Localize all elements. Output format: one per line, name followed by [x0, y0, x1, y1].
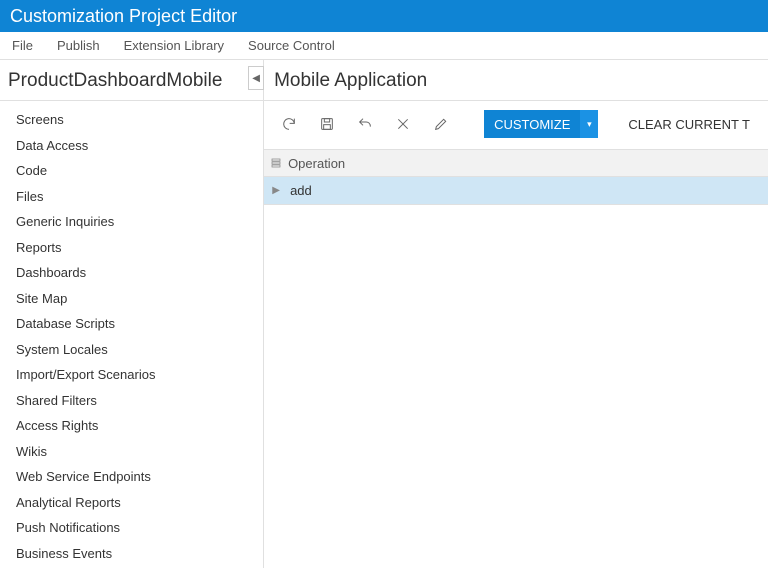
main-panel: Mobile Application CUSTOMIZE ▾: [264, 60, 768, 568]
sidebar-item-site-map[interactable]: Site Map: [0, 286, 263, 312]
sidebar-item-screens[interactable]: Screens: [0, 107, 263, 133]
pencil-icon: [433, 116, 449, 132]
sidebar-item-label: Site Map: [16, 291, 67, 306]
sidebar-item-data-access[interactable]: Data Access: [0, 133, 263, 159]
close-icon: [395, 116, 411, 132]
sidebar-item-web-service-endpoints[interactable]: Web Service Endpoints: [0, 464, 263, 490]
title-bar: Customization Project Editor: [0, 0, 768, 32]
menu-bar: File Publish Extension Library Source Co…: [0, 32, 768, 60]
app-title: Customization Project Editor: [10, 6, 237, 27]
grid-header-row: Operation: [264, 149, 768, 177]
sidebar-item-label: Wikis: [16, 444, 47, 459]
sidebar-item-label: Dashboards: [16, 265, 86, 280]
sidebar-item-analytical-reports[interactable]: Analytical Reports: [0, 490, 263, 516]
page-title: Mobile Application: [264, 60, 768, 101]
sidebar-item-code[interactable]: Code: [0, 158, 263, 184]
sidebar-item-label: Business Events: [16, 546, 112, 561]
sidebar-item-push-notifications[interactable]: Push Notifications: [0, 515, 263, 541]
row-operation-value: add: [288, 183, 312, 198]
refresh-icon: [281, 116, 297, 132]
sidebar-item-generic-inquiries[interactable]: Generic Inquiries: [0, 209, 263, 235]
sidebar-item-label: System Locales: [16, 342, 108, 357]
sidebar-item-import-export-scenarios[interactable]: Import/Export Scenarios: [0, 362, 263, 388]
sidebar-item-label: Files: [16, 189, 43, 204]
sidebar-item-label: Code: [16, 163, 47, 178]
sidebar-item-label: Screens: [16, 112, 64, 127]
customize-split-button[interactable]: CUSTOMIZE ▾: [484, 110, 598, 138]
workspace: ProductDashboardMobile ◀ Screens Data Acc…: [0, 60, 768, 568]
project-name-label: ProductDashboardMobile: [8, 70, 222, 91]
sidebar-item-business-events[interactable]: Business Events: [0, 541, 263, 567]
grid-col-operation[interactable]: Operation: [288, 156, 345, 171]
sidebar-item-system-locales[interactable]: System Locales: [0, 337, 263, 363]
save-button[interactable]: [312, 109, 342, 139]
sidebar-item-files[interactable]: Files: [0, 184, 263, 210]
customize-button[interactable]: CUSTOMIZE: [484, 110, 580, 138]
refresh-button[interactable]: [274, 109, 304, 139]
project-name: ProductDashboardMobile ◀: [0, 60, 263, 101]
sidebar-item-label: Data Access: [16, 138, 88, 153]
clear-current-button[interactable]: CLEAR CURRENT T: [620, 110, 758, 138]
edit-button[interactable]: [426, 109, 456, 139]
sidebar-item-label: Push Notifications: [16, 520, 120, 535]
sidebar-item-label: Access Rights: [16, 418, 98, 433]
sidebar: ProductDashboardMobile ◀ Screens Data Acc…: [0, 60, 264, 568]
sidebar-item-label: Import/Export Scenarios: [16, 367, 155, 382]
row-expand-icon[interactable]: ▶: [264, 185, 288, 196]
menu-publish[interactable]: Publish: [57, 38, 100, 53]
sidebar-collapse-button[interactable]: ◀: [248, 66, 264, 90]
grid-settings-icon[interactable]: [264, 157, 288, 169]
menu-file[interactable]: File: [12, 38, 33, 53]
sidebar-item-label: Shared Filters: [16, 393, 97, 408]
sidebar-item-label: Generic Inquiries: [16, 214, 114, 229]
sidebar-item-label: Analytical Reports: [16, 495, 121, 510]
sidebar-item-reports[interactable]: Reports: [0, 235, 263, 261]
sidebar-item-shared-filters[interactable]: Shared Filters: [0, 388, 263, 414]
sidebar-item-database-scripts[interactable]: Database Scripts: [0, 311, 263, 337]
sidebar-item-label: Database Scripts: [16, 316, 115, 331]
menu-extension-library[interactable]: Extension Library: [124, 38, 224, 53]
close-button[interactable]: [388, 109, 418, 139]
sidebar-item-label: Web Service Endpoints: [16, 469, 151, 484]
customize-caret[interactable]: ▾: [580, 110, 598, 138]
undo-button[interactable]: [350, 109, 380, 139]
menu-source-control[interactable]: Source Control: [248, 38, 335, 53]
navigation-tree: Screens Data Access Code Files Generic Inqui…: [0, 101, 263, 568]
sidebar-item-dashboards[interactable]: Dashboards: [0, 260, 263, 286]
save-icon: [319, 116, 335, 132]
sidebar-item-access-rights[interactable]: Access Rights: [0, 413, 263, 439]
sidebar-item-label: Reports: [16, 240, 62, 255]
sidebar-item-wikis[interactable]: Wikis: [0, 439, 263, 465]
toolbar: CUSTOMIZE ▾ CLEAR CURRENT T: [264, 101, 768, 145]
grid-row[interactable]: ▶ add: [264, 177, 768, 205]
undo-icon: [357, 116, 373, 132]
